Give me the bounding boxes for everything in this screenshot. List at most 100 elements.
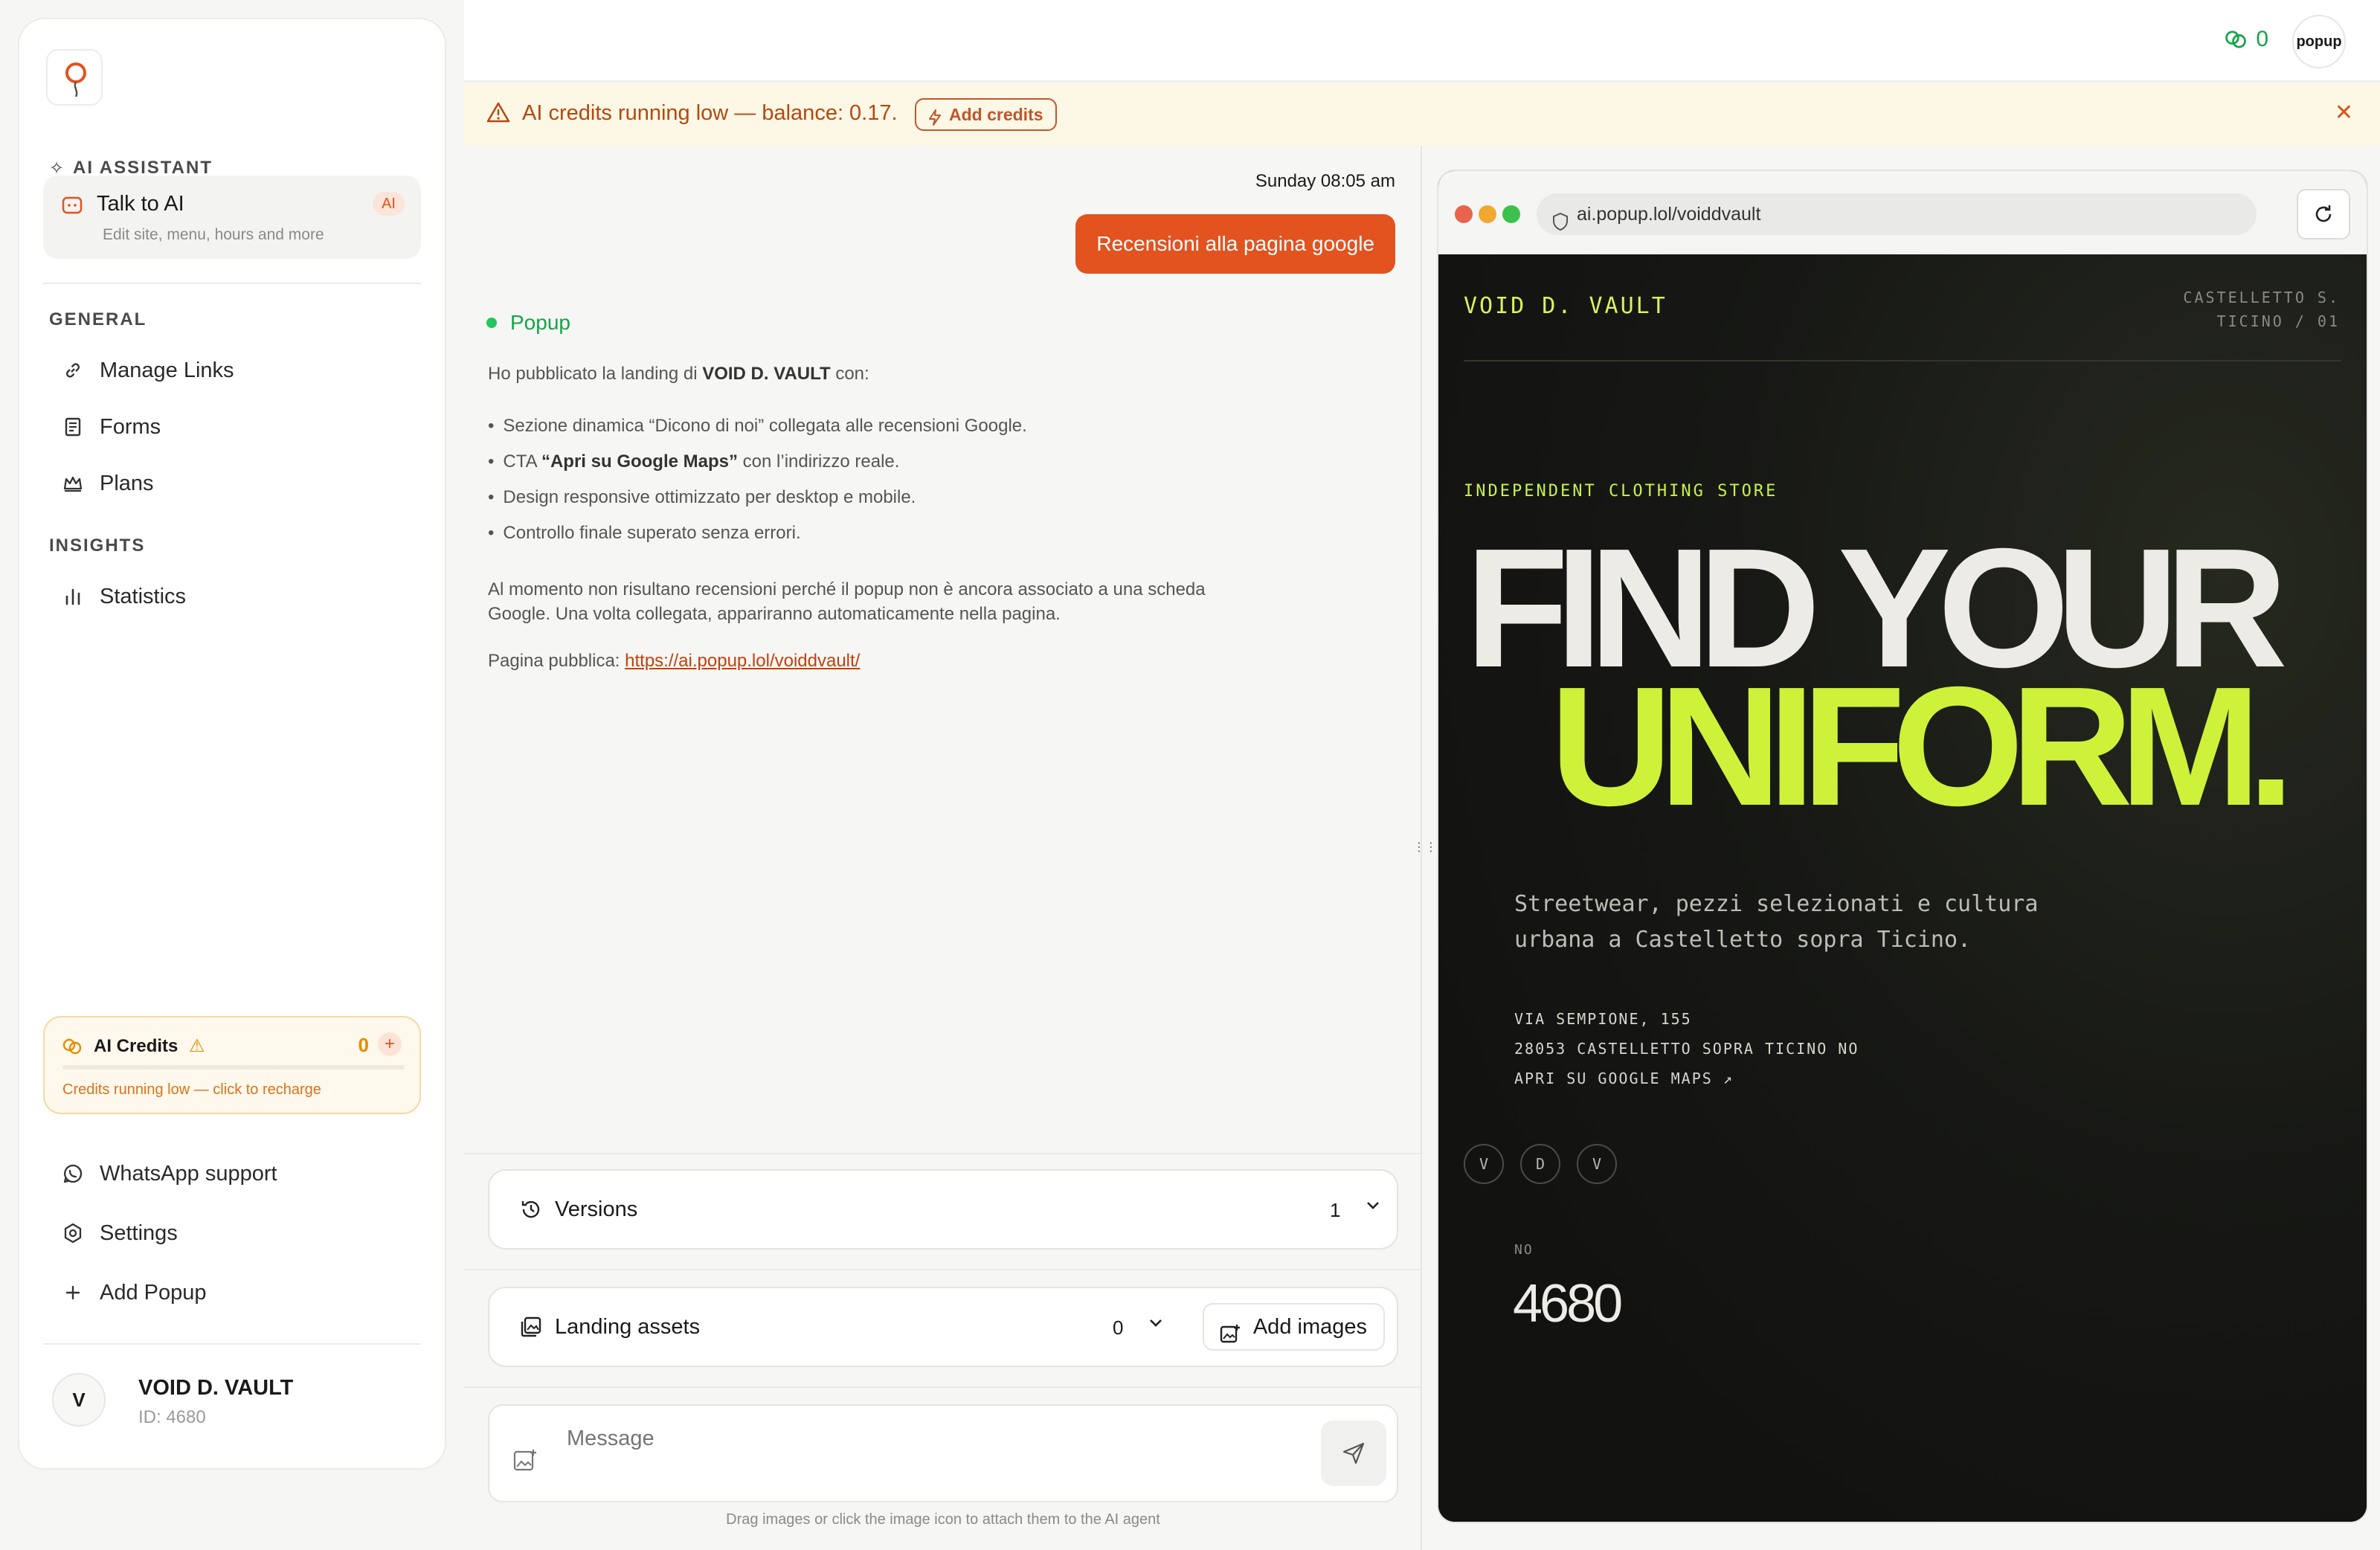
site-brand: VOID D. VAULT	[1464, 293, 1667, 319]
shield-icon	[1551, 205, 1569, 246]
site-location-line: CASTELLETTO S.	[2183, 289, 2340, 306]
intro-brand: VOID D. VAULT	[702, 364, 831, 384]
sidebar-item-plans[interactable]: Plans	[61, 466, 154, 501]
top-credits-indicator[interactable]: 0	[2223, 27, 2268, 52]
general-section-label: GENERAL	[49, 309, 147, 329]
warning-icon	[486, 101, 510, 127]
sidebar-item-label: WhatsApp support	[100, 1161, 277, 1186]
message-input[interactable]	[567, 1427, 1236, 1451]
traffic-light-red	[1455, 205, 1473, 223]
address-url: ai.popup.lol/voiddvault	[1577, 204, 1761, 225]
traffic-light-green	[1502, 205, 1520, 223]
chat-divider	[464, 1269, 1422, 1270]
history-icon	[519, 1197, 543, 1225]
chat-divider	[464, 1153, 1422, 1154]
sidebar-item-label: Forms	[100, 414, 161, 439]
landing-assets-accordion[interactable]: Landing assets 0 Add images	[488, 1287, 1398, 1367]
social-circle[interactable]: V	[1464, 1144, 1504, 1184]
bullet-text: Sezione dinamica “Dicono di noi” collega…	[503, 416, 1027, 436]
list-item: Sezione dinamica “Dicono di noi” collega…	[488, 414, 1027, 449]
link-icon	[61, 358, 85, 382]
sidebar-item-statistics[interactable]: Statistics	[61, 579, 186, 614]
sidebar-item-label: Add Popup	[100, 1280, 207, 1305]
store-number: 4680	[1513, 1274, 1623, 1334]
settings-icon	[61, 1221, 85, 1245]
message-timestamp: Sunday 08:05 am	[1255, 171, 1395, 191]
send-button[interactable]	[1321, 1421, 1386, 1486]
talk-to-ai-title: Talk to AI	[97, 192, 184, 216]
list-item: Design responsive ottimizzato per deskto…	[488, 485, 1027, 521]
banner-message: AI credits running low — balance: 0.17.	[522, 101, 898, 125]
account-avatar: V	[52, 1373, 106, 1427]
talk-to-ai-subtitle: Edit site, menu, hours and more	[103, 226, 324, 243]
social-circle[interactable]: D	[1520, 1144, 1560, 1184]
composer-hint: Drag images or click the image icon to a…	[726, 1511, 1160, 1528]
message-composer	[488, 1404, 1398, 1502]
bullet-bold-text: “Apri su Google Maps”	[541, 451, 738, 472]
site-preview: ai.popup.lol/voiddvault VOID D. VAULT CA…	[1437, 170, 2368, 1523]
sidebar-item-label: Plans	[100, 471, 154, 495]
landing-assets-title: Landing assets	[555, 1315, 701, 1339]
sidebar-item-settings[interactable]: Settings	[61, 1215, 178, 1251]
sidebar-item-add-popup[interactable]: Add Popup	[61, 1275, 207, 1311]
app-logo[interactable]	[46, 49, 103, 106]
site-address: VIA SEMPIONE, 155 28053 CASTELLETTO SOPR…	[1514, 1004, 1859, 1093]
sidebar-item-forms[interactable]: Forms	[61, 409, 161, 445]
bar-chart-icon	[61, 585, 85, 608]
coins-icon	[61, 1035, 83, 1061]
address-bar[interactable]: ai.popup.lol/voiddvault	[1537, 193, 2257, 235]
add-credits-label: Add credits	[949, 105, 1043, 124]
public-page-label: Pagina pubblica:	[488, 651, 625, 671]
bot-message-intro: Ho pubblicato la landing di VOID D. VAUL…	[488, 361, 869, 386]
versions-accordion[interactable]: Versions 1	[488, 1169, 1398, 1250]
bullet-text: Design responsive ottimizzato per deskto…	[503, 487, 916, 507]
add-credits-plus-button[interactable]: +	[378, 1032, 402, 1056]
top-credits-count: 0	[2256, 27, 2268, 51]
list-item: CTA “Apri su Google Maps” con l’indirizz…	[488, 449, 1027, 485]
chevron-down-icon	[1364, 1196, 1382, 1219]
ai-credits-title: AI Credits ⚠	[94, 1035, 205, 1057]
sidebar-item-label: Statistics	[100, 584, 187, 608]
site-description: Streetwear, pezzi selezionati e cultura …	[1514, 891, 2039, 953]
bot-message-note-line-1: Al momento non risultano recensioni perc…	[488, 579, 1206, 599]
ai-assistant-label-text: AI ASSISTANT	[73, 158, 213, 178]
sidebar-item-whatsapp-support[interactable]: WhatsApp support	[61, 1156, 277, 1192]
bullet-text: con l’indirizzo reale.	[738, 451, 900, 472]
add-credits-button[interactable]: Add credits	[915, 98, 1057, 131]
coins-icon	[2225, 30, 2247, 48]
reload-button[interactable]	[2297, 189, 2350, 239]
social-circle[interactable]: V	[1577, 1144, 1617, 1184]
google-maps-link[interactable]: APRI SU GOOGLE MAPS ↗	[1514, 1064, 1859, 1093]
sidebar-item-manage-links[interactable]: Manage Links	[61, 353, 234, 388]
top-bar: 0 popup	[464, 0, 2380, 82]
ai-credits-card[interactable]: AI Credits ⚠ 0 + Credits running low — c…	[43, 1016, 421, 1114]
chevron-down-icon[interactable]	[1147, 1313, 1165, 1337]
talk-to-ai-button[interactable]: Talk to AI Edit site, menu, hours and mo…	[43, 176, 421, 259]
bot-message-note-line-2: Google. Una volta collegata, appariranno…	[488, 604, 1061, 624]
versions-title: Versions	[555, 1197, 638, 1221]
drag-handle-icon[interactable]: ⋮⋮	[1413, 837, 1437, 858]
sidebar-divider	[43, 1343, 421, 1345]
bot-name: Popup	[486, 311, 570, 335]
site-divider	[1464, 360, 2341, 361]
browser-toolbar: ai.popup.lol/voiddvault	[1438, 171, 2367, 254]
sidebar-divider	[43, 283, 421, 284]
bullet-text: CTA	[503, 451, 541, 472]
landing-page: VOID D. VAULT CASTELLETTO S. TICINO / 01…	[1438, 254, 2367, 1522]
account-name: VOID D. VAULT	[138, 1376, 294, 1400]
sidebar-item-label: Manage Links	[100, 358, 234, 382]
list-item: Controllo finale superato senza errori.	[488, 521, 1027, 556]
traffic-light-yellow	[1479, 205, 1496, 223]
attach-image-icon[interactable]	[512, 1447, 538, 1478]
credits-progress-bar	[62, 1065, 405, 1070]
add-images-label: Add images	[1252, 1315, 1367, 1339]
ai-credits-title-text: AI Credits	[94, 1036, 178, 1056]
bullet-text: Controllo finale superato senza errori.	[503, 523, 801, 543]
close-icon[interactable]: ✕	[2335, 100, 2353, 126]
reload-icon	[2315, 205, 2332, 222]
sidebar: ✧ AI ASSISTANT Talk to AI Edit site, menu…	[18, 18, 446, 1470]
user-avatar[interactable]: popup	[2292, 15, 2346, 68]
add-images-button[interactable]: Add images	[1202, 1303, 1385, 1351]
credits-low-note: Credits running low — click to recharge	[62, 1081, 321, 1098]
public-page-link[interactable]: https://ai.popup.lol/voiddvault/	[625, 651, 860, 671]
